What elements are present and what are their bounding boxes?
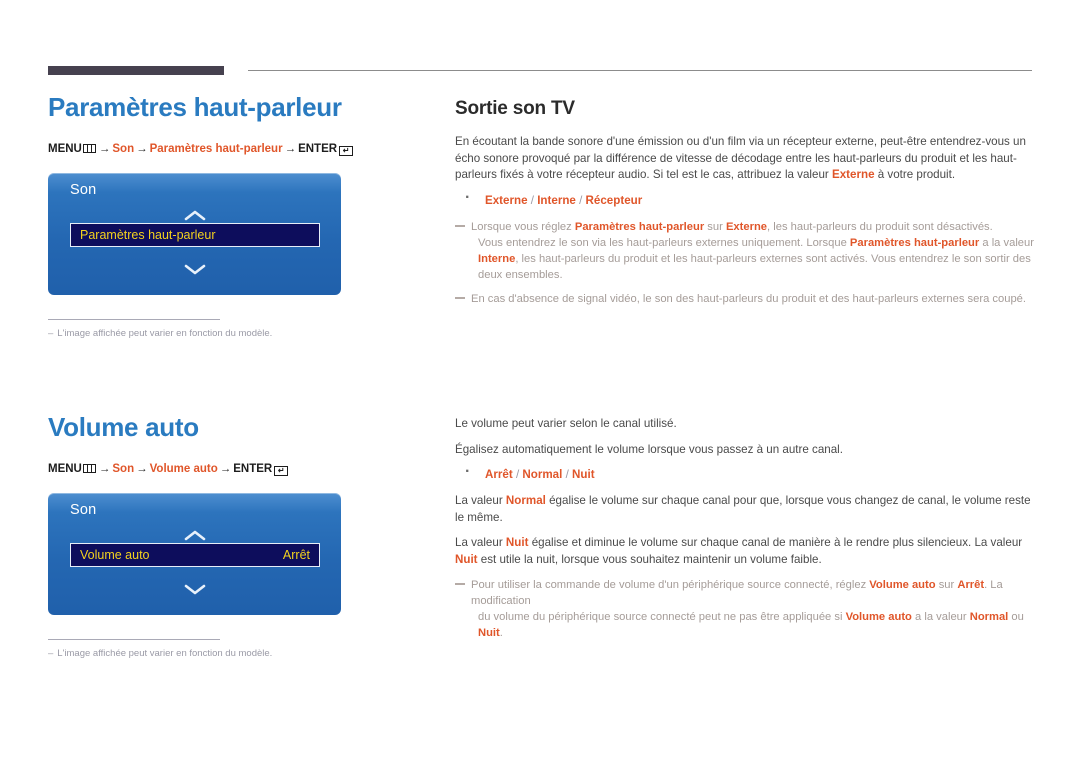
highlight-term: Normal	[505, 494, 546, 507]
note-line: Pour utiliser la commande de volume d'un…	[471, 579, 1003, 607]
chevron-down-icon[interactable]	[48, 583, 341, 597]
breadcrumb-enter-label-2: ENTER	[233, 463, 273, 476]
osd-panel-title: Son	[70, 181, 97, 198]
document-page: Paramètres haut-parleur MENU → Son → Paramèt…	[0, 0, 1080, 763]
option-value: Récepteur	[585, 193, 643, 207]
highlight-term: Nuit	[455, 552, 478, 566]
highlight-term: Interne	[478, 252, 516, 265]
note-line: Vous entendrez le son via les haut-parle…	[478, 236, 1034, 281]
caption-rule	[48, 318, 220, 320]
breadcrumb-arrow-2: →	[136, 463, 148, 476]
highlight-term: Nuit	[505, 536, 529, 549]
section-2-left-column: Volume auto MENU → Son → Volume auto → ENTER ↵ …	[48, 412, 408, 660]
osd-menu-panel-2: Son Volume auto Arrêt	[48, 492, 341, 615]
breadcrumb-menu-label: MENU	[48, 143, 82, 156]
sub-title-1: Sortie son TV	[455, 98, 575, 119]
section-2-paragraphs: Le volume peut varier selon le canal uti…	[455, 416, 1035, 458]
page-title-2: Volume auto	[48, 412, 199, 442]
body-paragraph: Le volume peut varier selon le canal uti…	[455, 417, 677, 430]
section-2-options: Arrêt / Normal / Nuit	[455, 464, 1035, 483]
highlight-term: Normal	[969, 611, 1009, 623]
figure-caption-2: – L'image affichée peut varier en fonctio…	[48, 638, 341, 660]
section-2-paragraphs-after: La valeur Normal égalise le volume sur c…	[455, 493, 1035, 568]
caption-dash: –	[48, 327, 54, 339]
option-separator: /	[562, 468, 573, 481]
highlight-term: Volume auto	[845, 611, 912, 623]
highlight-term: Paramètres haut-parleur	[574, 220, 705, 233]
breadcrumb-arrow-2: →	[136, 143, 148, 156]
caption-text-wrap: – L'image affichée peut varier en fonctio…	[48, 328, 341, 340]
chevron-down-icon[interactable]	[48, 263, 341, 277]
section-2-right-column: Le volume peut varier selon le canal uti…	[455, 416, 1035, 649]
option-separator: /	[527, 193, 538, 207]
chevron-up-icon[interactable]	[48, 530, 341, 544]
body-paragraph: En écoutant la bande sonore d'une émissi…	[455, 135, 1026, 181]
option-value: Externe	[485, 193, 528, 207]
section-1-right-column: Sortie son TV En écoutant la bande sonor…	[455, 98, 1035, 315]
breadcrumb-arrow-3: →	[284, 143, 297, 156]
option-value: Interne	[537, 193, 576, 207]
osd-row-label-2: Volume auto	[80, 547, 150, 562]
caption-text-2: L'image affichée peut varier en fonction…	[57, 647, 273, 659]
osd-panel-title-2: Son	[70, 501, 97, 518]
highlight-term: Arrêt	[957, 579, 985, 591]
header-rule-bar	[48, 66, 224, 75]
osd-selected-row-1[interactable]: Paramètres haut-parleur	[70, 222, 320, 247]
section-1-paragraphs: En écoutant la bande sonore d'une émissi…	[455, 134, 1035, 184]
chevron-up-icon[interactable]	[48, 210, 341, 224]
option-value: Arrêt	[485, 468, 513, 481]
body-paragraph: La valeur Normal égalise le volume sur c…	[455, 494, 1031, 524]
option-list-item: Arrêt / Normal / Nuit	[455, 464, 1035, 483]
note-line: Lorsque vous réglez Paramètres haut-parl…	[471, 220, 993, 233]
highlight-term: Externe	[725, 220, 768, 233]
body-paragraph: La valeur Nuit égalise et diminue le vol…	[455, 536, 1023, 566]
option-separator: /	[575, 193, 586, 207]
note-block: En cas d'absence de signal vidéo, le son…	[455, 291, 1035, 307]
enter-key-icon: ↵	[274, 466, 289, 477]
header-rule-line	[248, 70, 1032, 71]
caption-dash-2: –	[48, 647, 54, 659]
caption-rule-2	[48, 638, 220, 640]
page-title: Paramètres haut-parleur	[48, 92, 342, 122]
option-separator: /	[512, 468, 523, 481]
note-line: En cas d'absence de signal vidéo, le son…	[471, 292, 1027, 305]
osd-menu-panel-1: Son Paramètres haut-parleur	[48, 172, 341, 295]
highlight-term: Paramètres haut-parleur	[849, 236, 980, 249]
caption-text: L'image affichée peut varier en fonction…	[57, 327, 273, 339]
breadcrumb-path-1-2: Son	[112, 463, 135, 476]
breadcrumb-arrow-3: →	[219, 463, 232, 476]
body-paragraph: Égalisez automatiquement le volume lorsq…	[455, 442, 843, 456]
section-1-notes: Lorsque vous réglez Paramètres haut-parl…	[455, 219, 1035, 307]
breadcrumb-2: MENU → Son → Volume auto → ENTER ↵	[48, 463, 408, 477]
option-value: Nuit	[572, 468, 595, 481]
section-2-notes: Pour utiliser la commande de volume d'un…	[455, 577, 1035, 641]
menu-grid-icon	[82, 464, 96, 474]
breadcrumb: MENU → Son → Paramètres haut-parleur → ENTER ↵	[48, 143, 408, 157]
highlight-term: Nuit	[478, 627, 500, 639]
breadcrumb-menu-label-2: MENU	[48, 463, 82, 476]
osd-row-label: Paramètres haut-parleur	[80, 227, 216, 242]
breadcrumb-path-2: Paramètres haut-parleur	[149, 143, 283, 156]
menu-grid-icon	[82, 144, 96, 154]
caption-text-wrap-2: – L'image affichée peut varier en fonctio…	[48, 648, 341, 660]
breadcrumb-path-2-2: Volume auto	[149, 463, 218, 476]
note-block: Lorsque vous réglez Paramètres haut-parl…	[455, 219, 1035, 283]
osd-selected-row-2[interactable]: Volume auto Arrêt	[70, 542, 320, 567]
breadcrumb-arrow-1: →	[98, 463, 111, 476]
enter-key-icon: ↵	[339, 146, 354, 157]
osd-row-value-2: Arrêt	[282, 547, 310, 562]
option-value: Normal	[522, 468, 563, 481]
section-1-options: Externe / Interne / Récepteur	[455, 190, 1035, 209]
breadcrumb-arrow-1: →	[98, 143, 111, 156]
highlight-term: Volume auto	[869, 579, 936, 591]
note-line: du volume du périphérique source connect…	[478, 611, 1024, 639]
section-1-left-column: Paramètres haut-parleur MENU → Son → Paramèt…	[48, 92, 408, 340]
option-list-item: Externe / Interne / Récepteur	[455, 190, 1035, 209]
breadcrumb-path-1: Son	[112, 143, 135, 156]
breadcrumb-enter-label: ENTER	[298, 143, 338, 156]
highlight-term: Externe	[831, 168, 875, 181]
figure-caption-1: – L'image affichée peut varier en fonctio…	[48, 318, 341, 340]
header-rule	[48, 66, 1032, 76]
note-block: Pour utiliser la commande de volume d'un…	[455, 577, 1035, 641]
